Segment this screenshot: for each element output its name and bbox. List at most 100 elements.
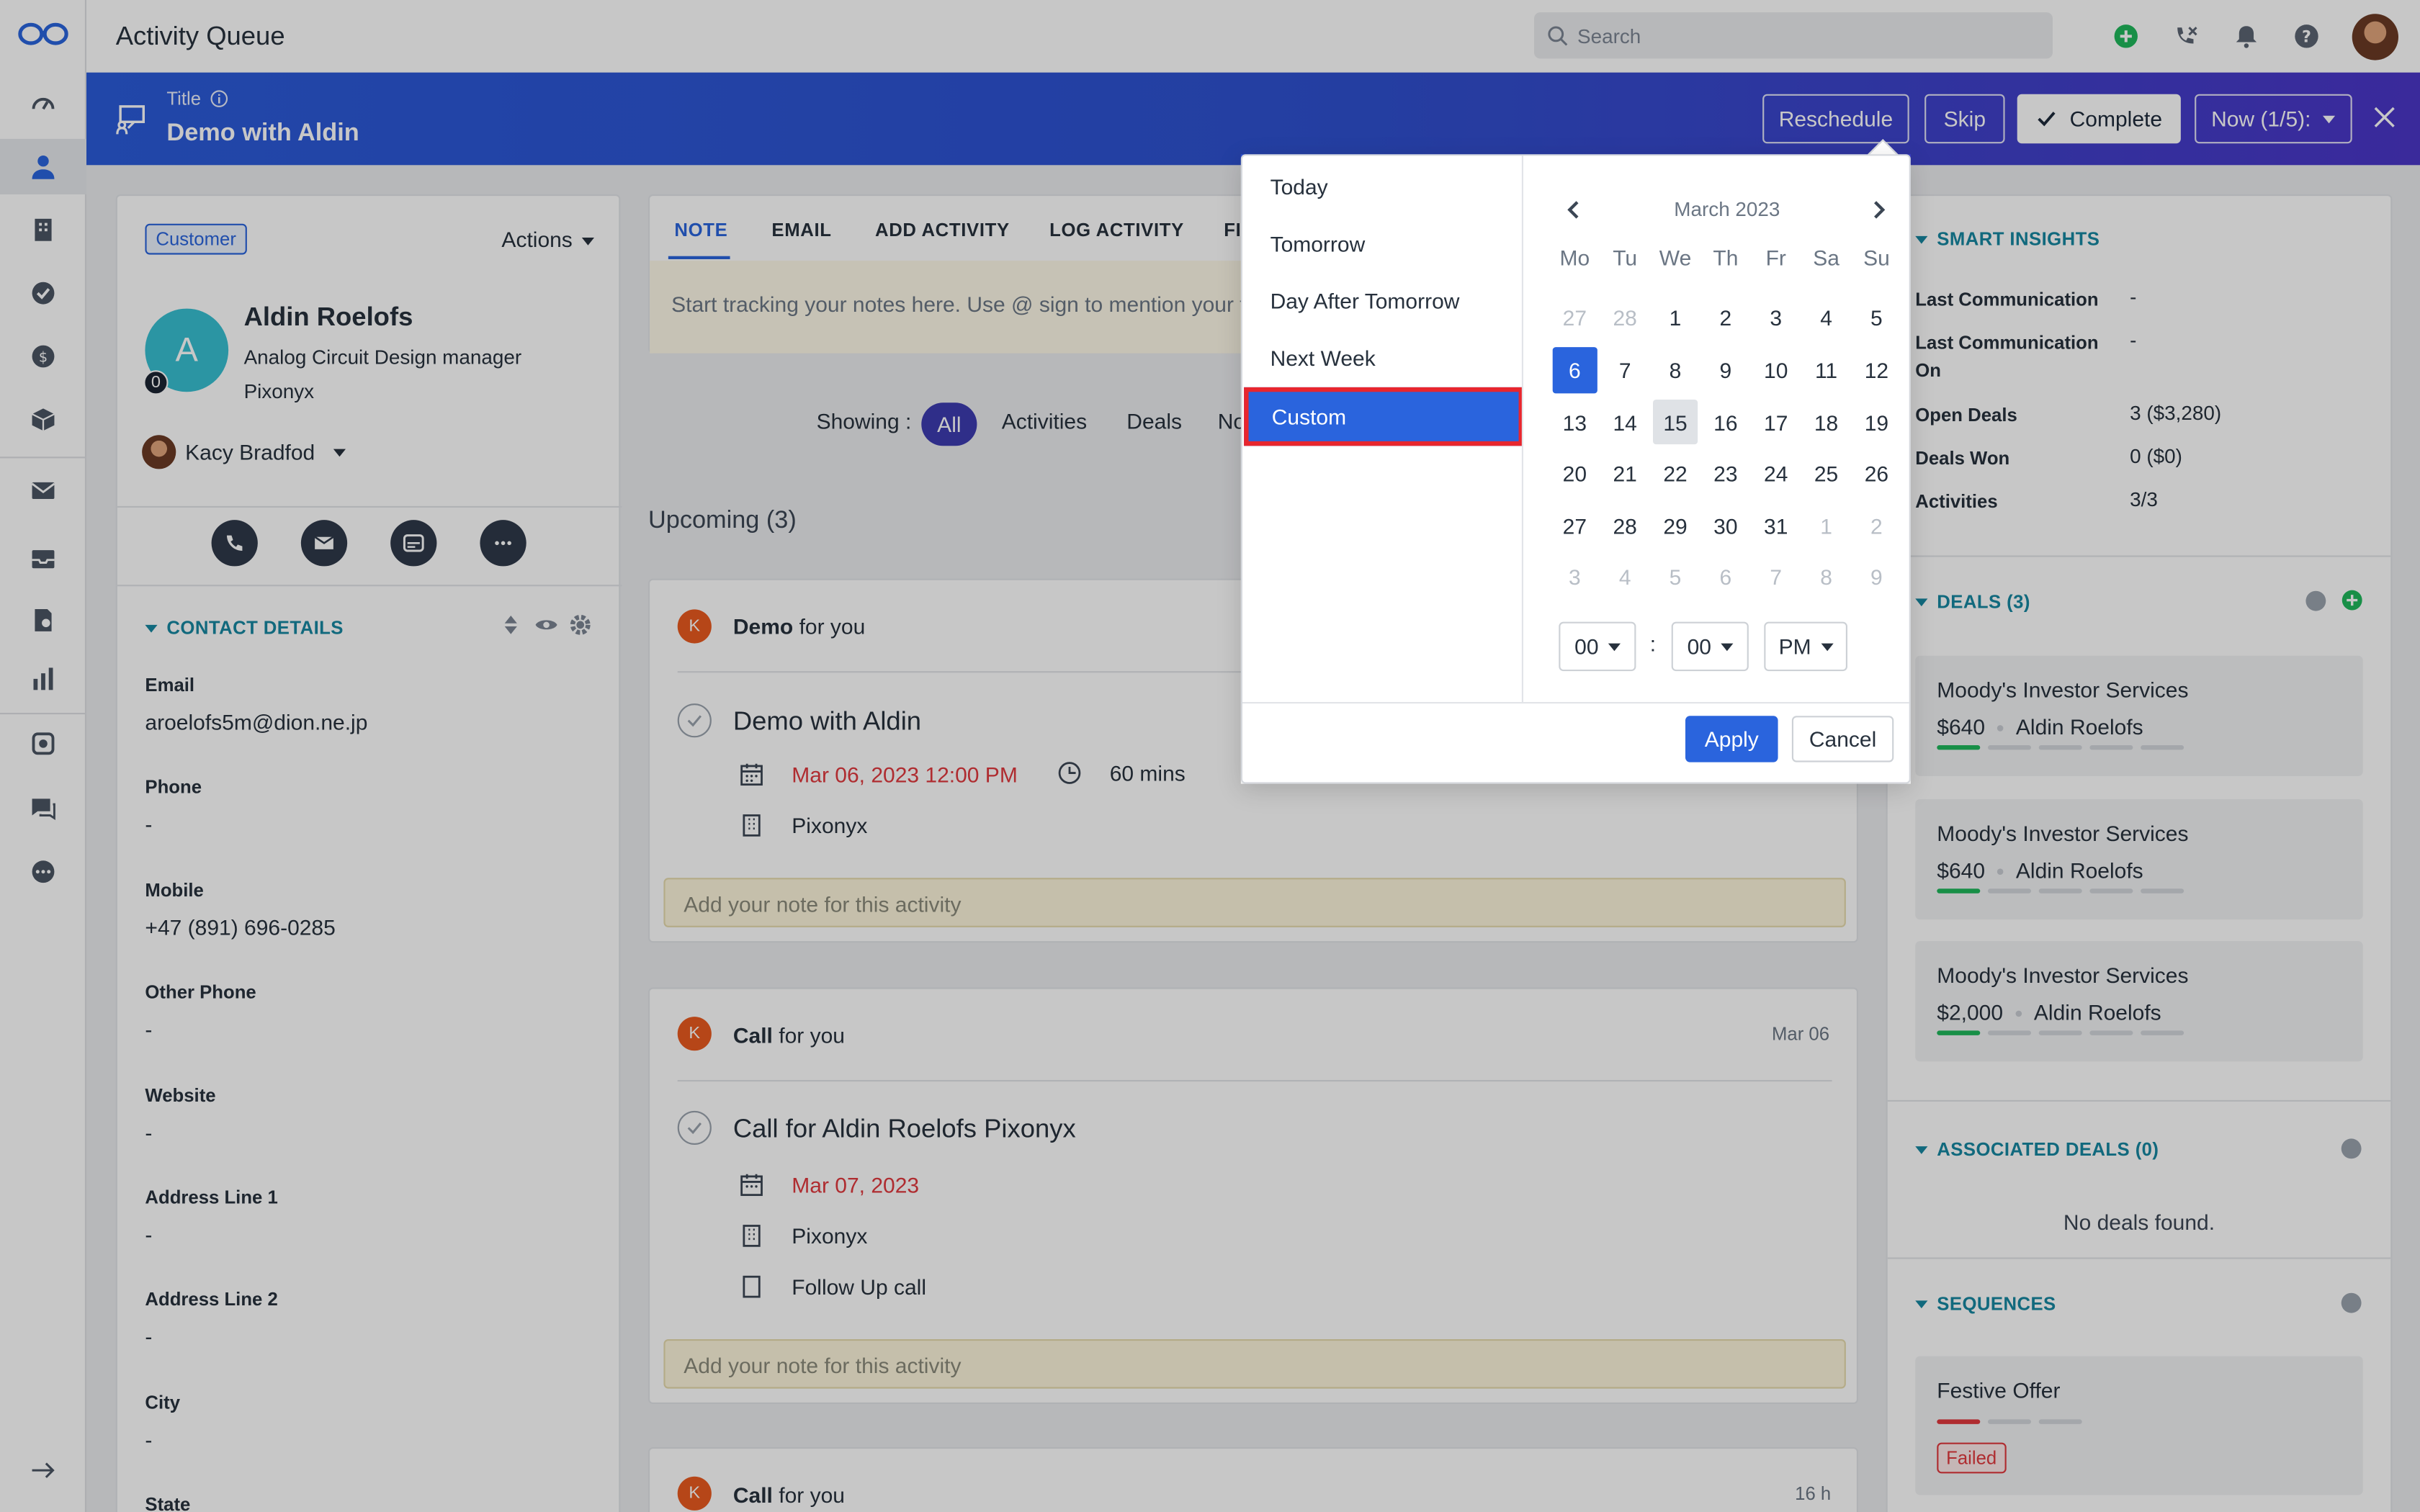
- reports-icon[interactable]: [24, 660, 61, 697]
- deals-header[interactable]: DEALS (3): [1915, 591, 2030, 613]
- search-input[interactable]: Search: [1534, 12, 2053, 59]
- contact-company[interactable]: Pixonyx: [244, 379, 315, 402]
- refresh-icon[interactable]: [2305, 590, 2326, 611]
- calendar-day[interactable]: 25: [1801, 448, 1852, 500]
- deal-card[interactable]: Moody's Investor Services $2,000 Aldin Ro…: [1915, 941, 2363, 1062]
- calendar-day[interactable]: 17: [1751, 396, 1801, 448]
- calendar-day[interactable]: 1: [1650, 292, 1700, 344]
- deal-card[interactable]: Moody's Investor Services $640 Aldin Roel…: [1915, 655, 2363, 776]
- calendar-day[interactable]: 21: [1600, 448, 1650, 500]
- activity-title[interactable]: Call for Aldin Roelofs Pixonyx: [733, 1114, 1076, 1145]
- more-options-button[interactable]: [480, 520, 526, 567]
- activity-title[interactable]: Demo with Aldin: [733, 706, 921, 737]
- products-icon[interactable]: [24, 401, 61, 438]
- sort-icon[interactable]: [503, 614, 519, 636]
- notifications-icon[interactable]: [2230, 20, 2261, 51]
- calendar-day[interactable]: 9: [1700, 344, 1751, 396]
- company-text[interactable]: Pixonyx: [792, 813, 867, 837]
- email-button[interactable]: [300, 520, 348, 567]
- inbox-icon[interactable]: [24, 540, 61, 577]
- calendar-day[interactable]: 20: [1549, 448, 1600, 500]
- calendar-day[interactable]: 4: [1600, 552, 1650, 603]
- calendar-day[interactable]: 26: [1851, 448, 1901, 500]
- companies-icon[interactable]: [24, 212, 61, 248]
- option-day-after-tomorrow[interactable]: Day After Tomorrow: [1270, 289, 1460, 313]
- option-next-week[interactable]: Next Week: [1270, 346, 1376, 370]
- calendar-day[interactable]: 22: [1650, 448, 1700, 500]
- tab-files[interactable]: FI: [1224, 219, 1241, 240]
- calendar-day[interactable]: 1: [1801, 500, 1852, 552]
- contact-name[interactable]: Aldin Roelofs: [244, 302, 413, 333]
- calendar-day[interactable]: 31: [1751, 500, 1801, 552]
- calendar-day[interactable]: 7: [1600, 344, 1650, 396]
- email-icon[interactable]: [24, 472, 61, 509]
- expand-sidebar-icon[interactable]: [24, 1452, 61, 1488]
- smart-insights-header[interactable]: SMART INSIGHTS: [1915, 228, 2099, 250]
- calendar-day[interactable]: 5: [1650, 552, 1700, 603]
- tab-note[interactable]: NOTE: [674, 219, 727, 240]
- activity-title[interactable]: Demo with Aldin: [166, 120, 359, 148]
- calendar-day[interactable]: 9: [1851, 552, 1901, 603]
- now-queue-dropdown[interactable]: Now (1/5):: [2195, 94, 2352, 144]
- owner-dropdown[interactable]: Kacy Bradfod: [142, 435, 346, 469]
- calendar-day[interactable]: 15: [1653, 399, 1698, 445]
- calendar-day[interactable]: 28: [1600, 500, 1650, 552]
- add-deal-icon[interactable]: [2341, 590, 2363, 611]
- message-button[interactable]: [390, 520, 437, 567]
- chat-icon[interactable]: [24, 790, 61, 827]
- help-icon[interactable]: ?: [2290, 20, 2321, 51]
- calendar-day[interactable]: 16: [1700, 396, 1751, 448]
- complete-checkbox[interactable]: [677, 703, 712, 738]
- sequence-card[interactable]: Festive Offer Failed: [1915, 1356, 2363, 1495]
- info-icon[interactable]: [210, 89, 229, 108]
- skip-button[interactable]: Skip: [1924, 94, 2005, 144]
- calendar-day[interactable]: 8: [1650, 344, 1700, 396]
- chevron-right-icon[interactable]: [1868, 199, 1889, 220]
- hour-select[interactable]: 00: [1559, 621, 1636, 672]
- calendar-day[interactable]: 6: [1700, 552, 1751, 603]
- deal-card[interactable]: Moody's Investor Services $640 Aldin Roel…: [1915, 799, 2363, 920]
- dashboard-icon[interactable]: [24, 85, 61, 122]
- call-button[interactable]: [211, 520, 258, 567]
- complete-button[interactable]: Complete: [2017, 94, 2181, 144]
- calendar-day[interactable]: 29: [1650, 500, 1700, 552]
- contacts-icon[interactable]: [24, 148, 61, 185]
- calendar-day[interactable]: 3: [1549, 552, 1600, 603]
- tab-add-activity[interactable]: ADD ACTIVITY: [875, 219, 1010, 240]
- filter-activities[interactable]: Activities: [1002, 409, 1087, 433]
- calendar-day[interactable]: 4: [1801, 292, 1852, 344]
- activity-note-input[interactable]: Add your note for this activity: [663, 878, 1846, 927]
- close-icon[interactable]: [2370, 104, 2398, 132]
- option-today[interactable]: Today: [1270, 174, 1328, 199]
- calendar-day[interactable]: 24: [1751, 448, 1801, 500]
- calendar-day[interactable]: 5: [1851, 292, 1901, 344]
- complete-checkbox[interactable]: [677, 1110, 712, 1145]
- eye-icon[interactable]: [534, 616, 558, 634]
- calendar-day[interactable]: 10: [1751, 344, 1801, 396]
- calendar-day[interactable]: 3: [1751, 292, 1801, 344]
- phone-icon[interactable]: [2170, 20, 2201, 51]
- deals-icon[interactable]: $: [24, 338, 61, 374]
- contact-details-header[interactable]: CONTACT DETAILS: [145, 617, 343, 639]
- minute-select[interactable]: 00: [1671, 621, 1749, 672]
- company-text[interactable]: Pixonyx: [792, 1223, 867, 1248]
- filter-all[interactable]: All: [921, 402, 977, 446]
- tab-email[interactable]: EMAIL: [771, 219, 831, 240]
- calendar-day[interactable]: 18: [1801, 396, 1852, 448]
- calendar-day[interactable]: 23: [1700, 448, 1751, 500]
- activity-note-input[interactable]: Add your note for this activity: [663, 1339, 1846, 1389]
- apply-button[interactable]: Apply: [1685, 716, 1778, 762]
- calendar-day[interactable]: 19: [1851, 396, 1901, 448]
- add-new-icon[interactable]: [2110, 20, 2141, 51]
- calendar-day[interactable]: 14: [1600, 396, 1650, 448]
- filter-deals[interactable]: Deals: [1126, 409, 1182, 433]
- tasks-icon[interactable]: [24, 274, 61, 311]
- calendar-day[interactable]: 2: [1851, 500, 1901, 552]
- refresh-icon[interactable]: [2341, 1138, 2362, 1159]
- option-tomorrow[interactable]: Tomorrow: [1270, 231, 1366, 256]
- ampm-select[interactable]: PM: [1764, 621, 1847, 672]
- calendar-day[interactable]: 8: [1801, 552, 1852, 603]
- calendar-day[interactable]: 13: [1549, 396, 1600, 448]
- sequences-header[interactable]: SEQUENCES: [1915, 1293, 2056, 1315]
- calendar-day[interactable]: 6: [1552, 347, 1597, 393]
